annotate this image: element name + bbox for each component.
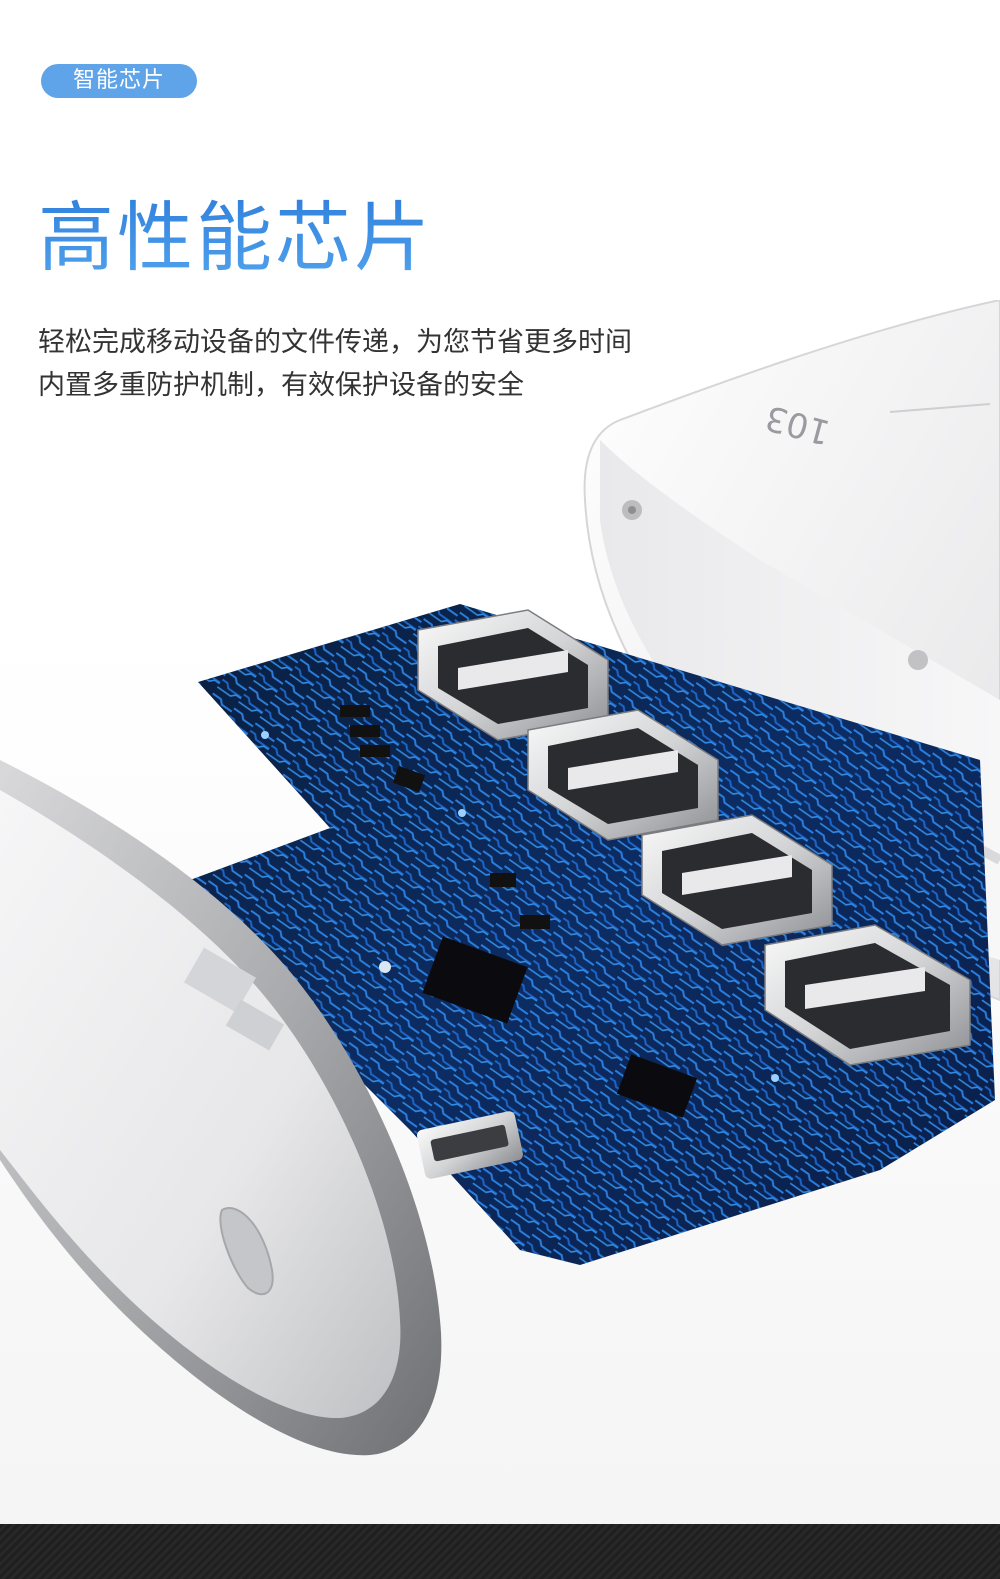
feature-tag: 智能芯片 (41, 64, 197, 98)
footer-stripe-pattern (0, 1524, 1000, 1579)
product-illustration: 103 (0, 300, 1000, 1456)
page-title: 高性能芯片 (38, 190, 433, 286)
footer-bar (0, 1524, 1000, 1579)
